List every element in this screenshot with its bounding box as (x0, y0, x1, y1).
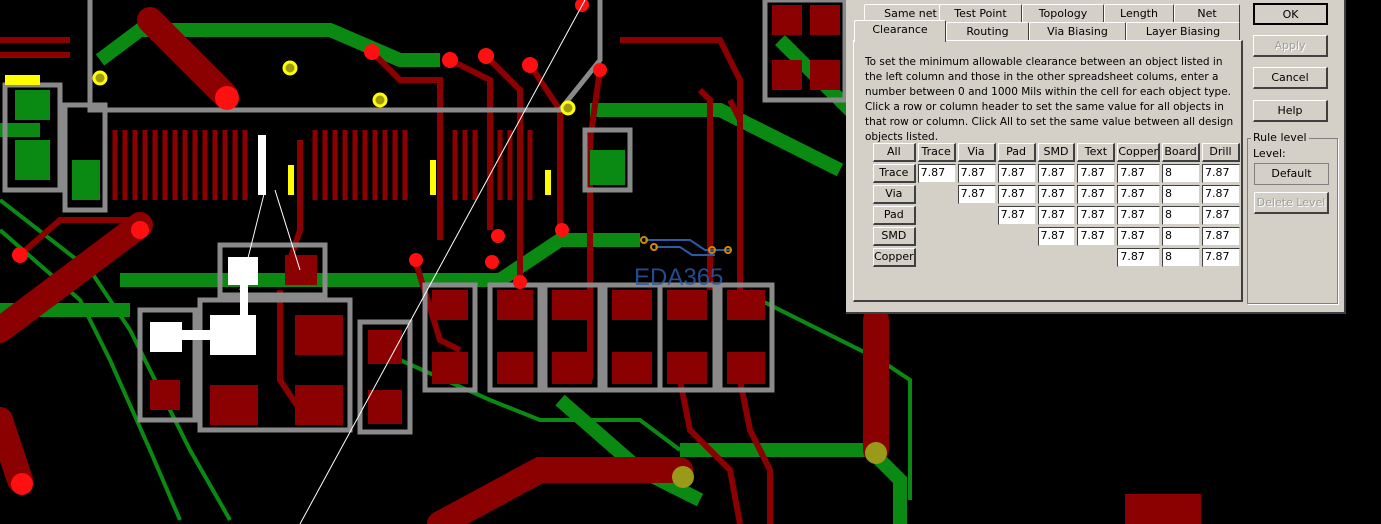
row-header-copper[interactable]: Copper (873, 248, 916, 267)
clearance-cell[interactable]: 7.87 (1077, 185, 1116, 204)
clearance-cell[interactable]: 7.87 (1117, 164, 1161, 183)
clearance-cell[interactable]: 8 (1162, 227, 1201, 246)
clearance-panel: To set the minimum allowable clearance b… (853, 40, 1243, 302)
clearance-cell[interactable]: 7.87 (957, 185, 996, 204)
clearance-cell[interactable]: 7.87 (1037, 185, 1076, 204)
column-header-trace[interactable]: Trace (917, 143, 956, 162)
level-label: Level: (1253, 147, 1286, 160)
clearance-cell[interactable]: 7.87 (997, 164, 1036, 183)
clearance-cell[interactable]: 7.87 (1077, 164, 1116, 183)
clearance-cell[interactable]: 7.87 (997, 185, 1036, 204)
column-header-board[interactable]: Board (1162, 143, 1201, 162)
apply-button[interactable]: Apply (1253, 35, 1328, 57)
tab-layer-biasing[interactable]: Layer Biasing (1126, 22, 1240, 41)
rule-level-group: Rule level Level: Default Delete Level (1247, 131, 1338, 304)
clearance-cell[interactable]: 8 (1162, 164, 1201, 183)
column-header-pad[interactable]: Pad (997, 143, 1036, 162)
table-row: Via 7.87 7.87 7.87 7.87 7.87 8 7.87 (872, 184, 1241, 205)
cancel-button[interactable]: Cancel (1253, 67, 1328, 89)
tab-via-biasing[interactable]: Via Biasing (1029, 22, 1126, 41)
table-row: Trace 7.87 7.87 7.87 7.87 7.87 7.87 8 7.87 (872, 163, 1241, 184)
clearance-rules-dialog: Same net Test Point Topology Length Net … (846, 0, 1346, 314)
table-row: Pad 7.87 7.87 7.87 7.87 8 7.87 (872, 205, 1241, 226)
clearance-cell[interactable]: 7.87 (1117, 185, 1161, 204)
clearance-cell[interactable]: 7.87 (1202, 206, 1240, 225)
clearance-cell[interactable]: 7.87 (957, 164, 996, 183)
clearance-cell[interactable]: 7.87 (1077, 227, 1116, 246)
clearance-cell[interactable]: 8 (1162, 185, 1201, 204)
table-row: Copper 7.87 8 7.87 (872, 247, 1241, 268)
clearance-cell[interactable]: 8 (1162, 206, 1201, 225)
level-value: Default (1254, 163, 1329, 185)
clearance-spreadsheet: All Trace Via Pad SMD Text Copper Board … (872, 142, 1241, 268)
clearance-cell[interactable]: 7.87 (1117, 248, 1161, 267)
clearance-cell[interactable]: 7.87 (1077, 206, 1116, 225)
help-button[interactable]: Help (1253, 100, 1328, 122)
table-row: SMD 7.87 7.87 7.87 8 7.87 (872, 226, 1241, 247)
column-header-drill[interactable]: Drill (1202, 143, 1240, 162)
tab-length[interactable]: Length (1104, 4, 1174, 23)
clearance-cell[interactable]: 7.87 (1037, 164, 1076, 183)
clearance-cell[interactable]: 7.87 (917, 164, 956, 183)
clearance-cell[interactable]: 7.87 (997, 206, 1036, 225)
column-header-text[interactable]: Text (1077, 143, 1116, 162)
column-header-smd[interactable]: SMD (1037, 143, 1076, 162)
tab-routing[interactable]: Routing (946, 22, 1029, 41)
all-header-button[interactable]: All (873, 143, 916, 162)
row-header-pad[interactable]: Pad (873, 206, 916, 225)
row-header-trace[interactable]: Trace (873, 164, 916, 183)
clearance-cell[interactable]: 7.87 (1117, 206, 1161, 225)
watermark: EDA365 (634, 264, 724, 291)
clearance-cell[interactable]: 7.87 (1117, 227, 1161, 246)
clearance-cell[interactable]: 8 (1162, 248, 1201, 267)
tab-topology[interactable]: Topology (1022, 4, 1104, 23)
clearance-cell[interactable]: 7.87 (1202, 248, 1240, 267)
column-header-via[interactable]: Via (957, 143, 996, 162)
clearance-cell[interactable]: 7.87 (1202, 185, 1240, 204)
delete-level-button[interactable]: Delete Level (1254, 192, 1329, 214)
clearance-cell[interactable]: 7.87 (1202, 227, 1240, 246)
column-header-copper[interactable]: Copper (1117, 143, 1161, 162)
clearance-cell[interactable]: 7.87 (1037, 206, 1076, 225)
clearance-cell[interactable]: 7.87 (1037, 227, 1076, 246)
rule-level-label: Rule level (1251, 131, 1309, 144)
clearance-cell[interactable]: 7.87 (1202, 164, 1240, 183)
tab-net[interactable]: Net (1174, 4, 1240, 23)
ok-button[interactable]: OK (1253, 3, 1328, 25)
clearance-description: To set the minimum allowable clearance b… (865, 56, 1234, 143)
row-header-via[interactable]: Via (873, 185, 916, 204)
tab-test-point[interactable]: Test Point (939, 4, 1022, 23)
row-header-smd[interactable]: SMD (873, 227, 916, 246)
tab-clearance[interactable]: Clearance (854, 20, 946, 42)
